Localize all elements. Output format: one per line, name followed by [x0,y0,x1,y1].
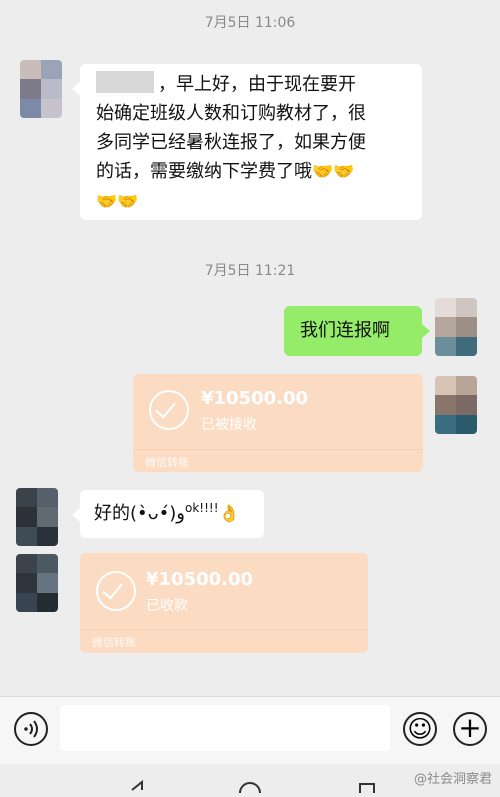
divider [80,629,368,630]
voice-icon-glyph [24,720,38,738]
avatar[interactable] [435,376,477,434]
avatar[interactable] [435,298,477,356]
transfer-amount: ¥10500.00 [201,388,309,409]
back-icon [131,779,143,791]
recents-icon [359,783,375,797]
message-line: 🤝🤝 [96,187,408,217]
timestamp: 7月5日 11:06 [204,15,296,31]
avatar[interactable] [16,488,58,546]
emoji-icon[interactable]: ☺ [403,712,437,746]
handshake-icon: 🤝🤝 [96,192,139,212]
handshake-icon: 🤝🤝 [312,162,355,182]
message-input[interactable] [60,705,390,751]
transfer-status: 已收款 [146,598,188,614]
message-text: 我们连报啊 [300,320,390,341]
transfer-card[interactable]: ¥10500.00 已被接收 微信转账 [133,374,423,472]
divider [133,449,423,450]
message-line: ，早上好，由于现在要开 [96,70,408,99]
input-bar: ☺ + [0,696,500,765]
voice-icon[interactable] [14,712,48,746]
transfer-status: 已被接收 [201,417,257,433]
message-line: 多同学已经暑秋连报了，如果方便 [96,132,366,153]
ok-hand-icon: 👌 [218,504,240,524]
redacted-name [96,71,154,93]
avatar[interactable] [16,554,58,612]
check-circle-icon [96,571,136,611]
timestamp: 7月5日 11:21 [204,263,296,279]
avatar[interactable] [20,60,62,118]
message-bubble[interactable]: 好的(•̀ᴗ•́)وok!!!!👌 [72,490,264,538]
watermark: @社会洞察君 [413,772,492,787]
message-text: 好的(•̀ᴗ•́)و [94,503,185,524]
transfer-footer: 微信转账 [92,636,136,649]
home-icon [239,782,261,797]
chat-area: 7月5日 11:06 ，早上好，由于现在要开 始确定班级人数和订购教材了，很 多… [0,0,500,700]
transfer-amount: ¥10500.00 [146,569,254,590]
ok-text: ok!!!! [185,501,219,515]
plus-icon[interactable]: + [453,712,487,746]
message-bubble[interactable]: ，早上好，由于现在要开 始确定班级人数和订购教材了，很 多同学已经暑秋连报了，如… [72,64,422,220]
message-line: 始确定班级人数和订购教材了，很 [96,103,366,124]
check-circle-icon [149,390,189,430]
transfer-footer: 微信转账 [145,456,189,469]
message-line: 的话，需要缴纳下学费了哦🤝🤝 [96,161,355,182]
transfer-card[interactable]: ¥10500.00 已收款 微信转账 [80,553,368,653]
message-bubble[interactable]: 我们连报啊 [284,306,430,356]
